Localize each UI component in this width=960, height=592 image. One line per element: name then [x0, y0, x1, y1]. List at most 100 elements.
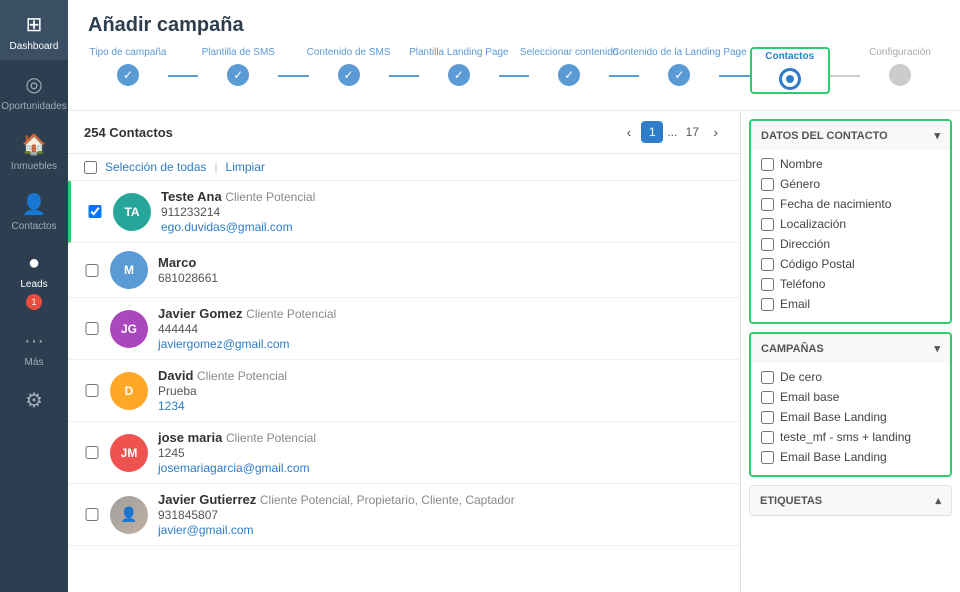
stepper: Tipo de campaña ✓ Plantilla de SMS ✓ Con… [88, 47, 940, 102]
sidebar-item-mas[interactable]: ··· Más [0, 318, 68, 376]
sidebar-item-contactos[interactable]: 👤 Contactos [0, 180, 68, 240]
sidebar-item-oportunidades[interactable]: ◎ Oportunidades [0, 60, 68, 120]
avatar: M [110, 251, 148, 289]
filter-direccion-label: Dirección [780, 237, 830, 251]
select-all-checkbox[interactable] [84, 161, 97, 174]
filter-emailbaselanding-checkbox[interactable] [761, 411, 774, 424]
sidebar-item-label: Oportunidades [1, 101, 67, 112]
filter-item: Teléfono [761, 274, 940, 294]
contact-checkbox[interactable] [84, 446, 100, 459]
right-panel: DATOS DEL CONTACTO ▾ Nombre Género Fecha… [740, 111, 960, 592]
contact-name: Marco [158, 255, 724, 270]
filter-email-label: Email [780, 297, 810, 311]
avatar-photo: 👤 [110, 496, 148, 534]
pagination-current[interactable]: 1 [641, 121, 663, 143]
filter-fecha-label: Fecha de nacimiento [780, 197, 891, 211]
clear-label[interactable]: Limpiar [226, 160, 265, 174]
filter-nombre-label: Nombre [780, 157, 823, 171]
filter-emailbaselanding2-checkbox[interactable] [761, 451, 774, 464]
contact-tag: Cliente Potencial [226, 431, 316, 445]
page-header: Añadir campaña Tipo de campaña ✓ Plantil… [68, 0, 960, 111]
avatar: JM [110, 434, 148, 472]
filter-item: Email base [761, 387, 940, 407]
avatar: D [110, 372, 148, 410]
contacts-count: 254 Contactos [84, 125, 173, 140]
main-area: Añadir campaña Tipo de campaña ✓ Plantil… [68, 0, 960, 592]
select-all-label[interactable]: Selección de todas [105, 160, 206, 174]
filter-decero-checkbox[interactable] [761, 371, 774, 384]
filter-decero-label: De cero [780, 370, 822, 384]
sidebar: ⊞ Dashboard ◎ Oportunidades 🏠 Inmuebles … [0, 0, 68, 592]
contact-checkbox[interactable] [84, 508, 100, 521]
step-7[interactable]: Contactos [750, 47, 830, 94]
contact-info: Teste Ana Cliente Potencial 911233214 eg… [161, 189, 724, 234]
filter-item: Email [761, 294, 940, 314]
contact-email: ego.duvidas@gmail.com [161, 220, 724, 234]
chevron-up-icon: ▴ [935, 494, 941, 507]
settings-icon: ⚙ [25, 388, 43, 413]
contact-email: josemariagarcia@gmail.com [158, 461, 724, 475]
leads-icon: ● [28, 252, 40, 275]
step-3-label: Contenido de SMS [307, 47, 391, 58]
contact-tag: Cliente Potencial [246, 307, 336, 321]
filter-item: Email Base Landing [761, 447, 940, 467]
filter-direccion-checkbox[interactable] [761, 238, 774, 251]
campanas-section: CAMPAÑAS ▾ De cero Email base Email Base… [749, 332, 952, 477]
contact-email: javier@gmail.com [158, 523, 724, 537]
pagination-next[interactable]: › [707, 122, 724, 142]
filter-telefono-checkbox[interactable] [761, 278, 774, 291]
sidebar-item-label: Más [25, 357, 44, 368]
filter-localizacion-checkbox[interactable] [761, 218, 774, 231]
sidebar-item-leads[interactable]: ● Leads 1 [0, 240, 68, 318]
contact-tag: Cliente Potencial [225, 190, 315, 204]
datos-contacto-section: DATOS DEL CONTACTO ▾ Nombre Género Fecha… [749, 119, 952, 324]
etiquetas-title: ETIQUETAS [760, 495, 822, 507]
step-8[interactable]: Configuración [860, 47, 940, 86]
contact-checkbox[interactable] [84, 322, 100, 335]
sidebar-item-label: Contactos [11, 221, 56, 232]
filter-nombre-checkbox[interactable] [761, 158, 774, 171]
step-2[interactable]: Plantilla de SMS ✓ [198, 47, 278, 86]
contact-email: javiergomez@gmail.com [158, 337, 724, 351]
table-row: 👤 Javier Gutierrez Cliente Potencial, Pr… [68, 484, 740, 546]
step-4[interactable]: Plantilla Landing Page ✓ [419, 47, 499, 86]
step-8-circle [889, 64, 911, 86]
sidebar-item-dashboard[interactable]: ⊞ Dashboard [0, 0, 68, 60]
contact-name: jose maria Cliente Potencial [158, 430, 724, 445]
filter-item: teste_mf - sms + landing [761, 427, 940, 447]
pagination-prev[interactable]: ‹ [621, 122, 638, 142]
page-title: Añadir campaña [88, 14, 940, 37]
filter-emailbase-checkbox[interactable] [761, 391, 774, 404]
step-3[interactable]: Contenido de SMS ✓ [309, 47, 389, 86]
filter-fecha-checkbox[interactable] [761, 198, 774, 211]
step-6[interactable]: Contenido de la Landing Page ✓ [639, 47, 719, 86]
contact-phone: 911233214 [161, 205, 724, 219]
step-5[interactable]: Seleccionar contenido ✓ [529, 47, 609, 86]
filter-genero-checkbox[interactable] [761, 178, 774, 191]
campanas-header[interactable]: CAMPAÑAS ▾ [751, 334, 950, 363]
contacts-header: 254 Contactos ‹ 1 ... 17 › [68, 111, 740, 154]
filter-item: Localización [761, 214, 940, 234]
campanas-body: De cero Email base Email Base Landing te… [751, 363, 950, 475]
etiquetas-header[interactable]: ETIQUETAS ▴ [750, 486, 951, 515]
contact-checkbox[interactable] [84, 264, 100, 277]
filter-email-checkbox[interactable] [761, 298, 774, 311]
contact-info: Javier Gutierrez Cliente Potencial, Prop… [158, 492, 724, 537]
contact-checkbox[interactable] [87, 205, 103, 218]
contact-tag: Cliente Potencial [197, 369, 287, 383]
filter-cp-checkbox[interactable] [761, 258, 774, 271]
contacts-list: TA Teste Ana Cliente Potencial 911233214… [68, 181, 740, 592]
step-2-circle: ✓ [227, 64, 249, 86]
datos-contacto-header[interactable]: DATOS DEL CONTACTO ▾ [751, 121, 950, 150]
filter-item: Email Base Landing [761, 407, 940, 427]
sidebar-item-inmuebles[interactable]: 🏠 Inmuebles [0, 120, 68, 180]
pagination-last[interactable]: 17 [681, 121, 703, 143]
contact-checkbox[interactable] [84, 384, 100, 397]
filter-testemf-checkbox[interactable] [761, 431, 774, 444]
step-8-label: Configuración [869, 47, 931, 58]
step-1[interactable]: Tipo de campaña ✓ [88, 47, 168, 86]
contact-phone: Prueba [158, 384, 724, 398]
contact-name: David Cliente Potencial [158, 368, 724, 383]
sidebar-item-settings[interactable]: ⚙ [0, 376, 68, 421]
contact-phone: 444444 [158, 322, 724, 336]
